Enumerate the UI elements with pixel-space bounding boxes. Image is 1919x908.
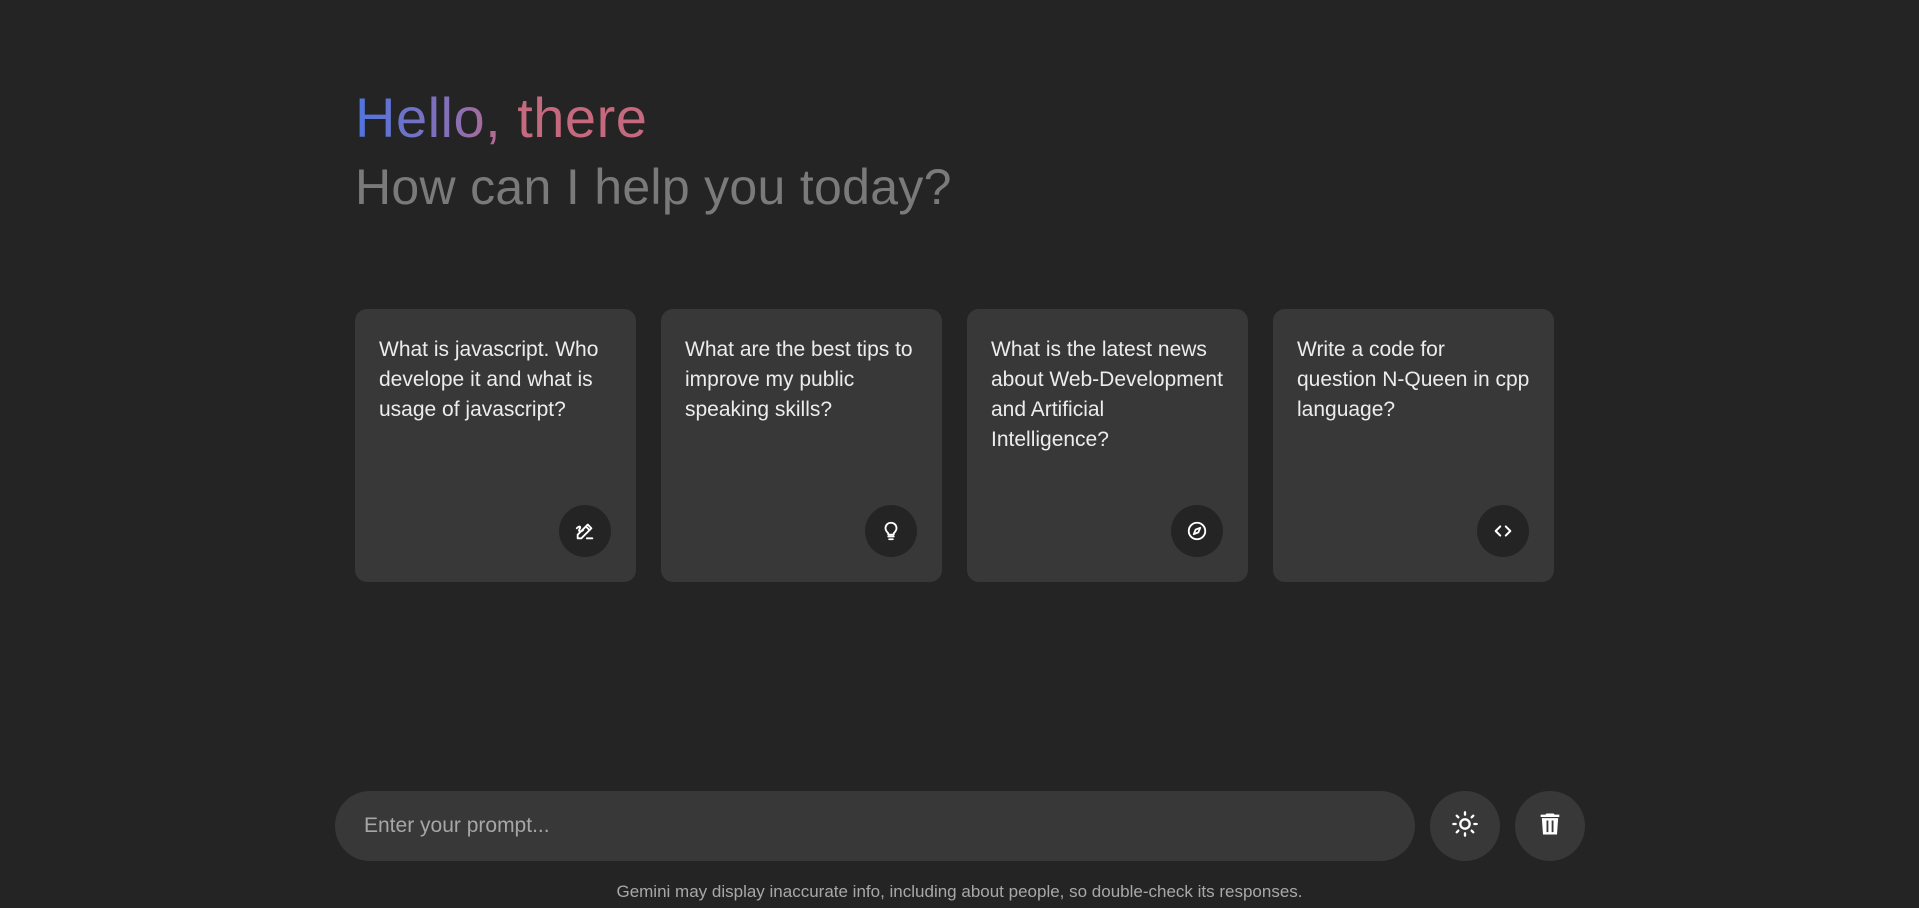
- trash-icon: [1536, 810, 1564, 843]
- theme-toggle-button[interactable]: [1430, 791, 1500, 861]
- sun-icon: [1451, 810, 1479, 843]
- suggestion-text: Write a code for question N-Queen in cpp…: [1297, 338, 1530, 421]
- code-icon: [1477, 505, 1529, 557]
- lightbulb-icon: [865, 505, 917, 557]
- suggestion-text: What are the best tips to improve my pub…: [685, 338, 913, 421]
- explore-icon: [1171, 505, 1223, 557]
- suggestion-card[interactable]: What are the best tips to improve my pub…: [661, 309, 942, 582]
- greeting-subtitle: How can I help you today?: [355, 159, 952, 215]
- suggestion-text: What is the latest news about Web-Develo…: [991, 338, 1223, 451]
- prompt-input[interactable]: [364, 814, 1386, 838]
- suggestion-text: What is javascript. Who develope it and …: [379, 338, 599, 421]
- suggestion-card[interactable]: What is the latest news about Web-Develo…: [967, 309, 1248, 582]
- suggestion-card[interactable]: Write a code for question N-Queen in cpp…: [1273, 309, 1554, 582]
- greeting-header: Hello, there How can I help you today?: [355, 82, 1555, 220]
- suggestion-card[interactable]: What is javascript. Who develope it and …: [355, 309, 636, 582]
- delete-chat-button[interactable]: [1515, 791, 1585, 861]
- greeting-title: Hello, there: [355, 82, 647, 154]
- suggestion-list: What is javascript. Who develope it and …: [355, 309, 1554, 582]
- prompt-bar: [335, 791, 1585, 861]
- prompt-input-container: [335, 791, 1415, 861]
- disclaimer-text: Gemini may display inaccurate info, incl…: [616, 882, 1303, 901]
- draw-icon: [559, 505, 611, 557]
- chat-home: Hello, there How can I help you today? W…: [0, 0, 1919, 908]
